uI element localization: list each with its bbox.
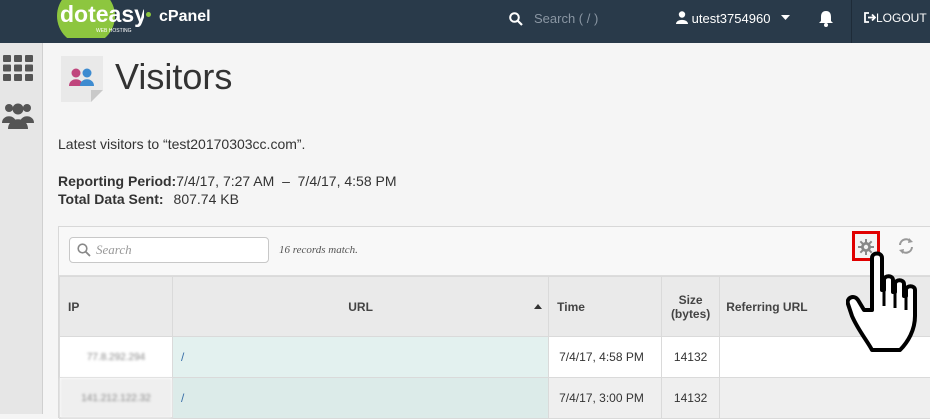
- bell-icon[interactable]: [818, 10, 834, 27]
- logout-button[interactable]: LOGOUT: [864, 11, 927, 25]
- cell-time: 7/4/17, 4:58 PM: [549, 337, 662, 378]
- top-bar: doteasy WEB HOSTING cPanel Search ( / ) …: [0, 0, 930, 43]
- logout-label: LOGOUT: [876, 11, 927, 25]
- column-time-label: Time: [557, 300, 585, 314]
- table-row: 77.8.292.294 / 7/4/17, 4:58 PM 14132: [60, 337, 930, 378]
- global-search-input[interactable]: Search ( / ): [534, 11, 598, 26]
- cell-referring-url: [720, 378, 930, 419]
- search-icon[interactable]: [509, 12, 523, 26]
- sent-value: 807.74 KB: [174, 191, 239, 207]
- table-search-input[interactable]: Search: [69, 237, 269, 263]
- table-header-row: IP URL Time Size (bytes) Referring URL: [60, 277, 930, 337]
- sidebar: [0, 43, 43, 414]
- cell-ip: 77.8.292.294: [60, 337, 173, 378]
- visitors-page-icon: [61, 56, 103, 102]
- column-ip-label: IP: [68, 300, 79, 314]
- cell-url-link[interactable]: /: [173, 378, 549, 419]
- brand-name: doteasy: [60, 1, 144, 27]
- doteasy-logo[interactable]: doteasy WEB HOSTING: [56, 0, 144, 38]
- records-count: 16 records match.: [279, 244, 358, 256]
- reporting-summary: Reporting Period:7/4/17, 7:27 AM – 7/4/1…: [58, 172, 397, 208]
- table-row: 141.212.122.32 / 7/4/17, 3:00 PM 14132: [60, 378, 930, 419]
- period-value: 7/4/17, 7:27 AM – 7/4/17, 4:58 PM: [176, 173, 396, 189]
- column-ref-label: Referring URL: [726, 300, 807, 314]
- page-title: Visitors: [115, 56, 232, 98]
- user-icon: [676, 11, 688, 24]
- visitors-table: IP URL Time Size (bytes) Referring URL 7…: [59, 276, 930, 419]
- grid-icon[interactable]: [3, 55, 33, 81]
- username: utest3754960: [692, 11, 771, 26]
- chevron-down-icon: [781, 15, 790, 21]
- user-menu[interactable]: utest3754960: [676, 11, 790, 26]
- period-label: Reporting Period:: [58, 173, 176, 189]
- table-toolbar: Search 16 records match.: [59, 227, 930, 276]
- hand-pointer-icon: [846, 250, 926, 354]
- column-size[interactable]: Size (bytes): [662, 277, 720, 337]
- logout-icon: [864, 12, 876, 23]
- column-ip[interactable]: IP: [60, 277, 173, 337]
- sort-asc-icon: [534, 304, 542, 309]
- column-url-label: URL: [348, 300, 373, 314]
- cell-ip: 141.212.122.32: [60, 378, 173, 419]
- product-name: cPanel: [159, 8, 211, 26]
- visitors-panel: Search 16 records match. IP URL: [58, 226, 930, 418]
- cell-size: 14132: [662, 378, 720, 419]
- cell-time: 7/4/17, 3:00 PM: [549, 378, 662, 419]
- separator-dot: [146, 12, 151, 17]
- search-placeholder: Search: [96, 242, 132, 258]
- intro-text: Latest visitors to “test20170303cc.com”.: [58, 136, 305, 152]
- toolbar-divider: [851, 0, 852, 43]
- cell-url-link[interactable]: /: [173, 337, 549, 378]
- search-icon: [77, 243, 91, 257]
- column-url[interactable]: URL: [173, 277, 549, 337]
- cell-size: 14132: [662, 337, 720, 378]
- brand-sub: WEB HOSTING: [96, 28, 132, 34]
- users-icon[interactable]: [2, 101, 34, 129]
- column-time[interactable]: Time: [549, 277, 662, 337]
- sent-label: Total Data Sent:: [58, 191, 164, 207]
- column-size-label: Size (bytes): [671, 293, 710, 321]
